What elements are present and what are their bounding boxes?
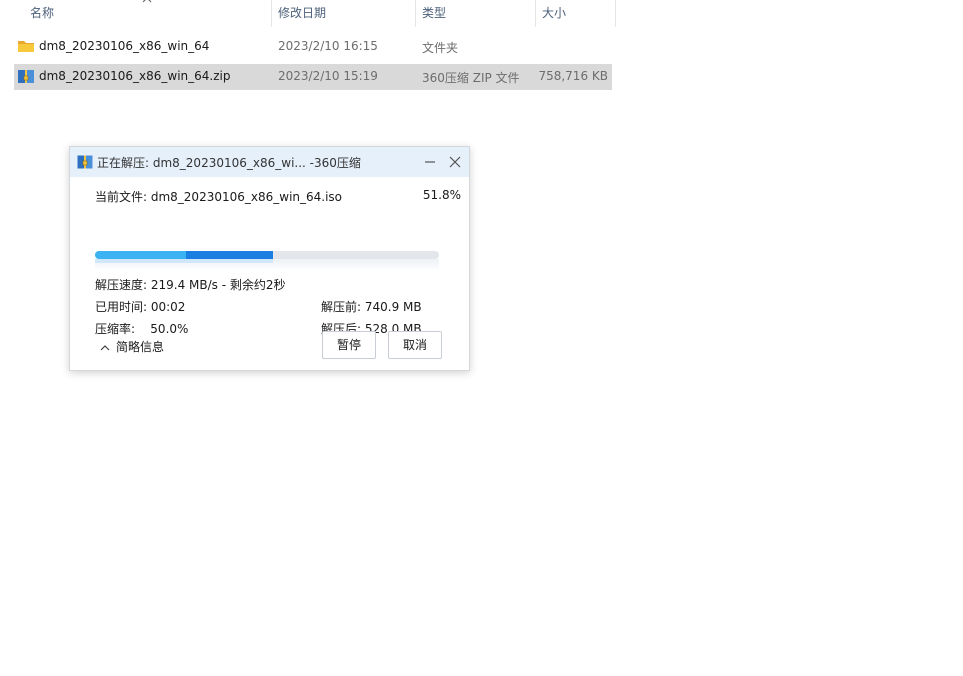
pause-button[interactable]: 暂停 <box>322 331 376 359</box>
progress-bar-reflection <box>95 259 439 269</box>
zip-archive-icon <box>18 70 34 83</box>
dialog-title-bar[interactable]: 正在解压: dm8_20230106_x86_wi... -360压缩 <box>70 147 469 177</box>
360-zip-app-icon <box>77 155 93 169</box>
column-divider[interactable] <box>615 0 616 27</box>
progress-bar <box>95 251 439 259</box>
chevron-up-icon <box>100 344 110 350</box>
minimize-icon[interactable] <box>421 153 439 171</box>
file-size: 758,716 KB <box>538 69 608 83</box>
brief-info-toggle[interactable]: 简略信息 <box>100 338 164 355</box>
column-divider[interactable] <box>415 0 416 27</box>
column-header-name-label: 名称 <box>30 6 55 20</box>
speed-text: 解压速度: 219.4 MB/s - 剩余约2秒 <box>95 278 286 292</box>
extract-progress-dialog: 正在解压: dm8_20230106_x86_wi... -360压缩 当前文件… <box>69 146 470 371</box>
column-divider[interactable] <box>271 0 272 27</box>
file-explorer: 名称 修改日期 类型 大小 dm8_20230106_x86_win_64 20… <box>0 0 963 676</box>
column-header-date[interactable]: 修改日期 <box>278 0 408 27</box>
file-date: 2023/2/10 15:19 <box>278 69 378 83</box>
progress-reflection-fill <box>95 259 273 263</box>
file-row-folder[interactable]: dm8_20230106_x86_win_64 2023/2/10 16:15 … <box>14 34 612 60</box>
column-header-date-label: 修改日期 <box>278 6 327 20</box>
file-type: 360压缩 ZIP 文件 <box>422 71 520 85</box>
dialog-title: 正在解压: dm8_20230106_x86_wi... -360压缩 <box>97 156 361 170</box>
file-date: 2023/2/10 16:15 <box>278 39 378 53</box>
compression-ratio-text: 压缩率: 50.0% <box>95 322 189 336</box>
file-row-zip[interactable]: dm8_20230106_x86_win_64.zip 2023/2/10 15… <box>14 64 612 90</box>
column-header-type[interactable]: 类型 <box>422 0 532 27</box>
folder-icon <box>18 41 34 52</box>
size-before-text: 解压前: 740.9 MB <box>321 300 422 314</box>
elapsed-time-text: 已用时间: 00:02 <box>95 300 186 314</box>
current-file-text: 当前文件: dm8_20230106_x86_win_64.iso <box>95 190 343 204</box>
column-header-size-label: 大小 <box>542 6 567 20</box>
brief-info-label: 简略信息 <box>116 340 165 354</box>
progress-bar-fill <box>186 251 273 259</box>
file-name: dm8_20230106_x86_win_64.zip <box>39 69 231 83</box>
column-header-size[interactable]: 大小 <box>542 0 612 27</box>
progress-bar-fill-light <box>95 251 186 259</box>
close-icon[interactable] <box>446 153 464 171</box>
column-header-type-label: 类型 <box>422 6 447 20</box>
file-name: dm8_20230106_x86_win_64 <box>39 39 210 53</box>
cancel-button[interactable]: 取消 <box>388 331 442 359</box>
file-type: 文件夹 <box>422 41 459 55</box>
column-divider[interactable] <box>535 0 536 27</box>
sort-ascending-icon <box>142 0 152 3</box>
column-header-name[interactable]: 名称 <box>30 0 270 27</box>
percent-text: 51.8% <box>422 188 461 202</box>
